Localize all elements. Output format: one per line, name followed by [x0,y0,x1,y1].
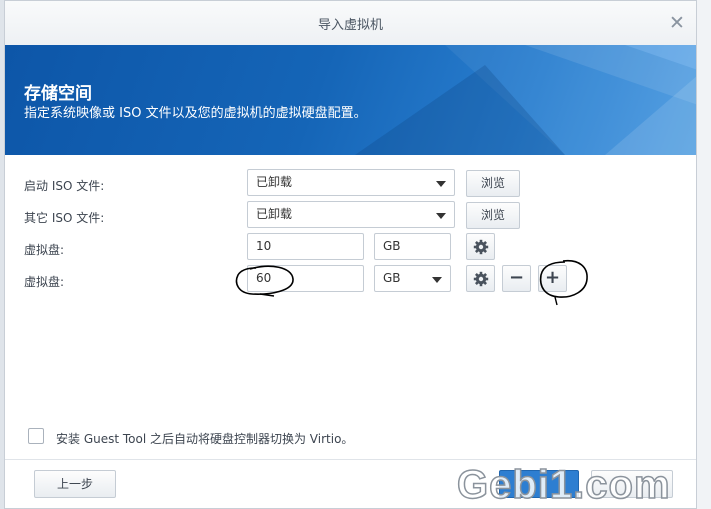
gear-icon [473,239,488,255]
annotation-circle-size [235,265,294,297]
guest-tool-label: 安装 Guest Tool 之后自动将硬盘控制器切换为 Virtio。 [56,432,354,446]
other-iso-label: 其它 ISO 文件: [24,211,105,225]
boot-iso-value: 已卸载 [256,175,293,189]
boot-iso-browse-button[interactable]: 浏览 [466,170,520,197]
other-iso-value: 已卸载 [256,207,293,221]
footer-divider [5,459,696,460]
disk2-settings-button[interactable] [466,265,495,292]
watermark: Gebi1.com [456,462,671,508]
disk1-size-input[interactable]: 10 [247,233,364,260]
section-subtitle: 指定系统映像或 ISO 文件以及您的虚拟机的虚拟硬盘配置。 [24,106,367,121]
background-right [696,0,711,509]
boot-iso-label: 启动 ISO 文件: [24,179,105,193]
other-iso-select[interactable]: 已卸载 [247,201,455,228]
disk1-unit-field: GB [374,233,451,260]
disk1-settings-button[interactable] [466,233,495,260]
other-iso-browse-button[interactable]: 浏览 [466,202,520,229]
annotation-circle-add [539,259,588,306]
disk2-unit-select[interactable]: GB [374,265,451,292]
gear-icon [473,271,488,287]
banner-decoration [355,45,696,155]
boot-iso-select[interactable]: 已卸载 [247,169,455,196]
dialog-title: 导入虚拟机 [317,18,383,33]
dialog-titlebar: 导入虚拟机 ✕ [5,1,696,46]
guest-tool-checkbox[interactable] [28,428,44,444]
header-banner: 存储空间 指定系统映像或 ISO 文件以及您的虚拟机的虚拟硬盘配置。 [5,45,696,155]
close-icon[interactable]: ✕ [666,12,688,34]
remove-disk-button[interactable]: − [502,265,531,292]
disk2-unit-value: GB [383,271,401,285]
disk2-label: 虚拟盘: [24,275,65,289]
disk1-label: 虚拟盘: [24,243,65,257]
section-title: 存储空间 [24,84,92,104]
previous-button[interactable]: 上一步 [34,470,116,498]
import-vm-dialog: 导入虚拟机 ✕ 存储空间 指定系统映像或 ISO 文件以及您的虚拟机的虚拟硬盘配… [4,0,697,509]
